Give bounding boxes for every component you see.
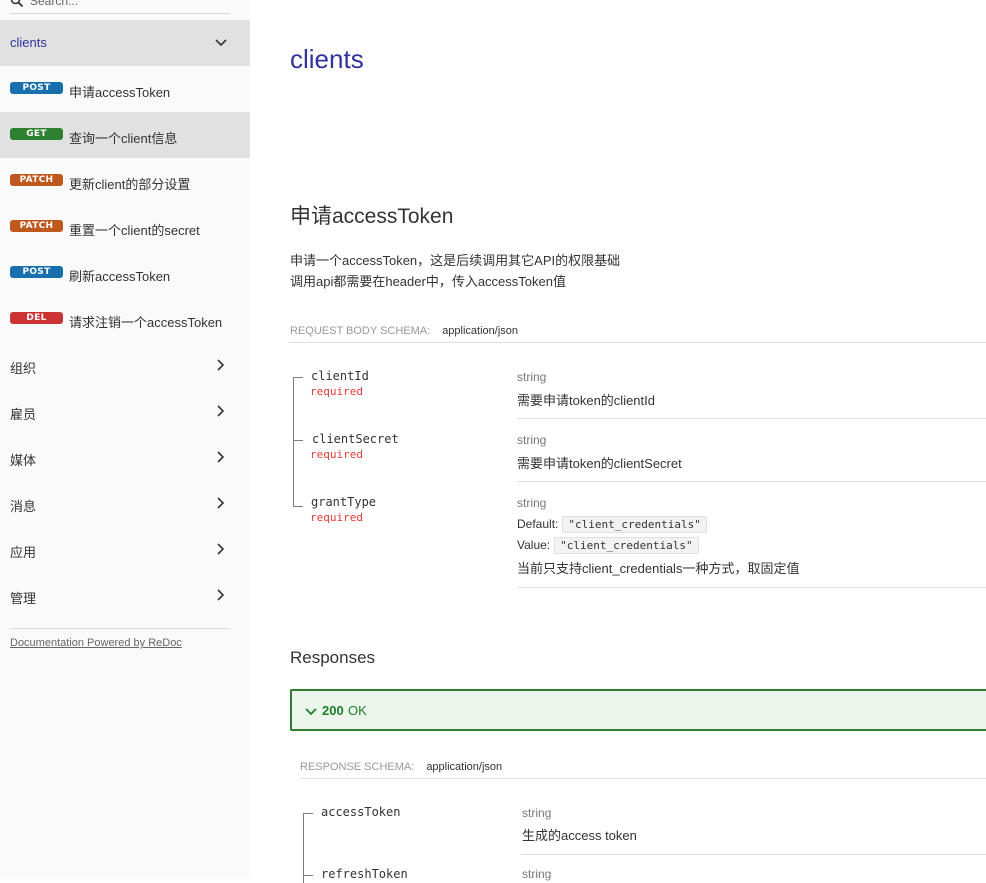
default-value: "client_credentials" xyxy=(562,516,707,533)
request-schema-header: REQUEST BODY SCHEMA: application/json xyxy=(290,325,518,337)
sidebar-section-label: 媒体 xyxy=(10,453,37,468)
sidebar-section-label: 雇员 xyxy=(10,407,37,422)
default-label: Default: xyxy=(517,517,559,531)
group-title: clients xyxy=(290,44,364,74)
property-tree-tick xyxy=(303,875,313,876)
sidebar-op-refresh-token[interactable]: POST 刷新accessToken xyxy=(0,250,250,296)
property-tree-line xyxy=(303,813,304,883)
sidebar-op-get-client[interactable]: GET 查询一个client信息 xyxy=(0,112,250,158)
value-label: Value: xyxy=(517,538,551,552)
request-schema-label: REQUEST BODY SCHEMA: xyxy=(290,325,431,337)
property-description: 需要申请token的clientSecret xyxy=(517,456,682,471)
method-badge-patch: PATCH xyxy=(10,174,63,186)
sidebar-section-message[interactable]: 消息 xyxy=(0,480,250,526)
search-input[interactable] xyxy=(30,0,230,12)
sidebar-op-label: 更新client的部分设置 xyxy=(69,177,191,192)
property-type: string xyxy=(517,370,547,384)
sidebar-section-org[interactable]: 组织 xyxy=(0,342,250,388)
property-divider xyxy=(522,854,986,855)
response-code: 200 xyxy=(322,703,344,718)
property-name: grantType xyxy=(311,495,377,509)
chevron-right-icon xyxy=(217,543,225,555)
description-line: 申请一个accessToken，这是后续调用其它API的权限基础 xyxy=(290,253,621,268)
property-name: accessToken xyxy=(321,805,401,819)
required-label: required xyxy=(310,385,363,398)
sidebar-section-label: 消息 xyxy=(10,499,37,514)
search-icon xyxy=(10,0,24,8)
sidebar-divider xyxy=(10,628,230,629)
sidebar-section-employee[interactable]: 雇员 xyxy=(0,388,250,434)
powered-by-link[interactable]: Documentation Powered by ReDoc xyxy=(10,637,182,649)
method-badge-get: GET xyxy=(10,128,63,140)
chevron-right-icon xyxy=(217,497,225,509)
property-default: Default: "client_credentials" xyxy=(517,516,707,533)
search-box[interactable] xyxy=(10,0,230,14)
method-badge-del: DEL xyxy=(10,312,63,324)
chevron-right-icon xyxy=(217,359,225,371)
response-200-toggle[interactable]: 200 OK xyxy=(290,689,986,731)
sidebar-op-request-token[interactable]: POST 申请accessToken xyxy=(0,66,250,112)
sidebar-op-reset-secret[interactable]: PATCH 重置一个client的secret xyxy=(0,204,250,250)
chevron-down-icon xyxy=(215,39,227,47)
schema-divider xyxy=(290,342,986,343)
chevron-down-icon xyxy=(305,708,317,716)
sidebar-group-clients[interactable]: clients xyxy=(0,20,250,66)
property-type: string xyxy=(517,433,547,447)
value-value: "client_credentials" xyxy=(554,537,699,554)
required-label: required xyxy=(310,511,363,524)
sidebar: clients POST 申请accessToken GET 查询一个clien… xyxy=(0,0,250,878)
schema-divider xyxy=(300,778,986,779)
property-name: clientId xyxy=(311,369,369,383)
property-tree-line xyxy=(293,377,294,507)
property-description: 需要申请token的clientId xyxy=(517,393,655,408)
operation-description: 申请一个accessToken，这是后续调用其它API的权限基础 调用api都需… xyxy=(290,250,620,292)
sidebar-section-label: 组织 xyxy=(10,361,37,376)
property-tree-tick xyxy=(293,377,303,378)
response-schema-type: application/json xyxy=(426,761,503,773)
request-schema-type: application/json xyxy=(442,325,519,337)
sidebar-section-label: 应用 xyxy=(10,545,37,560)
property-description: 当前只支持client_credentials一种方式，取固定值 xyxy=(517,561,800,576)
property-type: string xyxy=(522,806,552,820)
method-badge-post: POST xyxy=(10,266,63,278)
required-label: required xyxy=(310,448,363,461)
sidebar-op-label: 请求注销一个accessToken xyxy=(69,315,223,330)
property-value: Value: "client_credentials" xyxy=(517,537,699,554)
property-name: clientSecret xyxy=(312,432,399,446)
property-divider xyxy=(517,418,986,419)
sidebar-section-admin[interactable]: 管理 xyxy=(0,572,250,618)
operation-title: 申请accessToken xyxy=(290,205,454,228)
method-badge-patch: PATCH xyxy=(10,220,63,232)
method-badge-post: POST xyxy=(10,82,63,94)
response-schema-label: RESPONSE SCHEMA: xyxy=(300,761,415,773)
sidebar-op-label: 重置一个client的secret xyxy=(69,223,200,238)
sidebar-section-label: 管理 xyxy=(10,591,37,606)
property-description: 生成的access token xyxy=(522,828,637,843)
sidebar-op-label: 查询一个client信息 xyxy=(69,131,178,146)
property-type: string xyxy=(517,496,547,510)
chevron-right-icon xyxy=(217,405,225,417)
sidebar-op-label: 刷新accessToken xyxy=(69,269,171,284)
sidebar-group-label: clients xyxy=(10,35,47,50)
sidebar-op-revoke-token[interactable]: DEL 请求注销一个accessToken xyxy=(0,296,250,342)
chevron-right-icon xyxy=(217,589,225,601)
chevron-right-icon xyxy=(217,451,225,463)
property-divider xyxy=(517,587,986,588)
main-content: clients 申请accessToken 申请一个accessToken，这是… xyxy=(250,0,986,883)
property-name: refreshToken xyxy=(321,867,408,881)
sidebar-section-app[interactable]: 应用 xyxy=(0,526,250,572)
property-divider xyxy=(517,481,986,482)
sidebar-op-update-client[interactable]: PATCH 更新client的部分设置 xyxy=(0,158,250,204)
sidebar-section-media[interactable]: 媒体 xyxy=(0,434,250,480)
responses-title: Responses xyxy=(290,648,376,667)
property-tree-tick xyxy=(293,440,303,441)
sidebar-op-label: 申请accessToken xyxy=(69,85,171,100)
response-schema-header: RESPONSE SCHEMA: application/json xyxy=(300,761,502,773)
property-tree-tick xyxy=(303,813,313,814)
property-tree-tick xyxy=(293,506,303,507)
property-type: string xyxy=(522,867,552,881)
description-line: 调用api都需要在header中，传入accessToken值 xyxy=(290,274,566,289)
response-text: OK xyxy=(348,703,367,718)
